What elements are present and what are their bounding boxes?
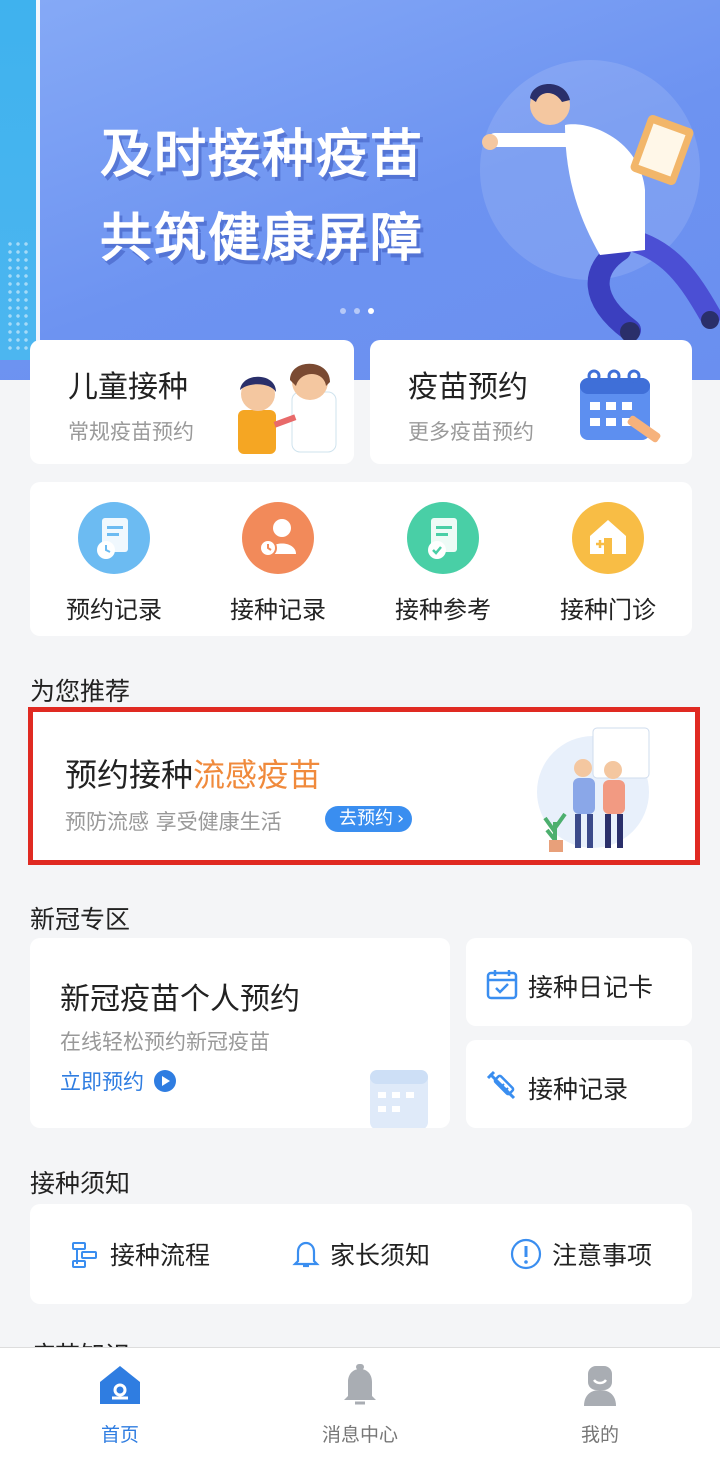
recommend-section-title: 为您推荐	[30, 677, 131, 706]
notice-section-title: 接种须知	[30, 1169, 131, 1198]
covid-vaccination-record-card[interactable]: 接种记录	[466, 1040, 692, 1128]
bell-icon	[292, 1241, 320, 1268]
pager-dot	[354, 308, 360, 314]
vaccination-reference-icon	[407, 502, 479, 574]
parent-notice-label: 家长须知	[330, 1241, 431, 1270]
appointment-record-icon	[78, 502, 150, 574]
vaccine-appointment-card[interactable]: 疫苗预约 更多疫苗预约	[370, 340, 692, 464]
tab-label-profile: 我的	[580, 1424, 619, 1446]
play-circle-icon	[154, 1070, 176, 1092]
warning-icon	[510, 1238, 542, 1270]
banner-edge-divider	[36, 0, 40, 360]
clinic-scene-illustration	[537, 727, 650, 852]
banner-title-line-1: 及时接种疫苗	[100, 125, 425, 185]
function-menu: 预约记录 接种记录 接种参考 接种门诊	[30, 482, 692, 636]
go-appointment-button[interactable]: 去预约 ›	[325, 806, 413, 832]
banner-title-line-2: 共筑健康屏障	[100, 209, 425, 269]
vaccination-process-item[interactable]: 接种流程	[70, 1204, 210, 1304]
book-now-label: 立即预约	[60, 1070, 144, 1094]
menu-vaccination-clinic[interactable]: 接种门诊	[538, 502, 678, 625]
vaccine-appointment-title: 疫苗预约	[408, 370, 528, 405]
dots-pattern-decoration	[6, 240, 28, 350]
vaccine-appointment-subtitle: 更多疫苗预约	[408, 420, 534, 444]
chevron-right-icon: ›	[397, 808, 405, 829]
tab-home[interactable]: 首页	[50, 1364, 190, 1447]
recommend-title-highlight: 流感疫苗	[193, 756, 322, 794]
running-doctor-illustration	[482, 84, 720, 340]
go-appointment-label: 去预约	[339, 808, 393, 829]
child-vaccination-title: 儿童接种	[68, 370, 188, 405]
parent-notice-item[interactable]: 家长须知	[292, 1204, 430, 1304]
banner-pager	[340, 308, 374, 314]
menu-appointment-record[interactable]: 预约记录	[44, 502, 184, 625]
tab-profile[interactable]: 我的	[530, 1364, 670, 1447]
calendar-icon	[486, 970, 518, 1000]
child-nurse-illustration	[238, 363, 337, 454]
precautions-item[interactable]: 注意事项	[510, 1204, 652, 1304]
vaccination-process-label: 接种流程	[110, 1241, 211, 1270]
menu-vaccination-record[interactable]: 接种记录	[208, 502, 348, 625]
flu-vaccine-recommend-card[interactable]: 预约接种流感疫苗 预防流感 享受健康生活 去预约 ›	[28, 707, 700, 865]
menu-label-vaccination-record: 接种记录	[230, 596, 326, 624]
menu-vaccination-reference[interactable]: 接种参考	[373, 502, 513, 625]
promo-banner[interactable]: 及时接种疫苗 共筑健康屏障	[0, 0, 720, 380]
tab-label-home: 首页	[100, 1424, 139, 1446]
menu-label-vaccination-clinic: 接种门诊	[560, 596, 656, 624]
vaccination-record-icon	[242, 502, 314, 574]
covid-appointment-card[interactable]: 新冠疫苗个人预约 在线轻松预约新冠疫苗 立即预约	[30, 938, 450, 1128]
covid-section-title: 新冠专区	[30, 905, 131, 934]
precautions-label: 注意事项	[552, 1241, 653, 1270]
covid-appointment-subtitle: 在线轻松预约新冠疫苗	[60, 1030, 270, 1054]
child-vaccination-subtitle: 常规疫苗预约	[68, 420, 194, 444]
vaccination-diary-card[interactable]: 接种日记卡	[466, 938, 692, 1026]
vaccination-diary-label: 接种日记卡	[528, 973, 654, 1002]
bottom-tab-bar: 首页 消息中心 我的	[0, 1347, 720, 1457]
pager-dot-active	[368, 308, 374, 314]
covid-vaccination-record-label: 接种记录	[528, 1075, 629, 1104]
pager-dot	[340, 308, 346, 314]
bell-icon	[344, 1364, 376, 1405]
recommend-title: 预约接种流感疫苗	[65, 750, 321, 796]
calendar-watermark-icon	[370, 1070, 428, 1128]
covid-appointment-title: 新冠疫苗个人预约	[60, 982, 300, 1017]
profile-icon	[584, 1366, 616, 1406]
menu-label-appointment-record: 预约记录	[66, 596, 162, 624]
recommend-title-prefix: 预约接种	[65, 756, 194, 794]
clinic-icon	[572, 502, 644, 574]
menu-label-vaccination-reference: 接种参考	[395, 596, 491, 624]
tab-message-center[interactable]: 消息中心	[290, 1364, 430, 1447]
child-vaccination-card[interactable]: 儿童接种 常规疫苗预约	[30, 340, 354, 464]
notice-card: 接种流程 家长须知 注意事项	[30, 1204, 692, 1304]
recommend-subtitle: 预防流感 享受健康生活	[65, 810, 282, 834]
process-icon	[72, 1242, 97, 1268]
tab-label-message-center: 消息中心	[321, 1424, 398, 1446]
book-now-link[interactable]: 立即预约	[60, 1066, 176, 1096]
home-icon	[100, 1366, 140, 1404]
calendar-syringe-illustration	[580, 369, 661, 443]
syringe-icon	[486, 1070, 516, 1100]
